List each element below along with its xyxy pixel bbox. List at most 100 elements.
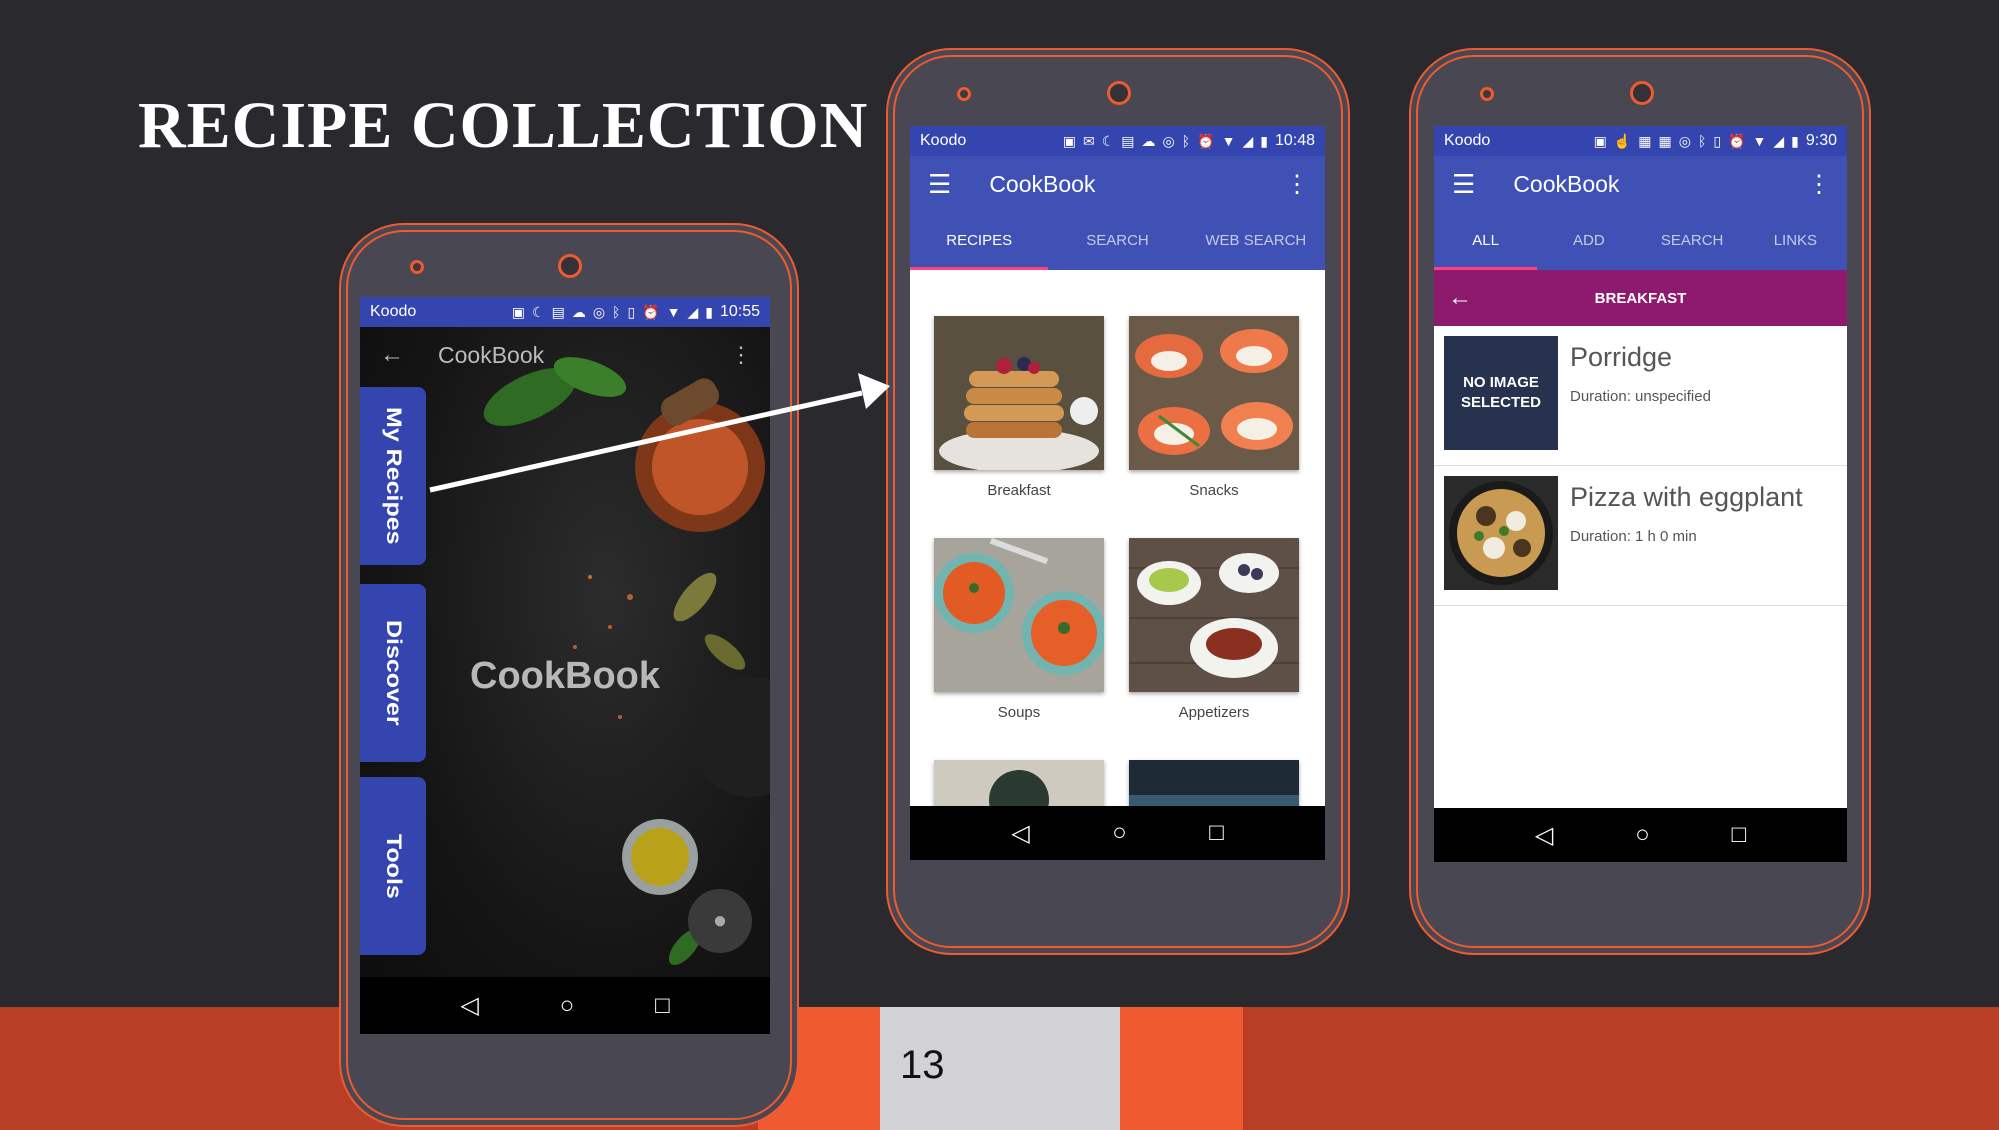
- categories-screen: Koodo ▣ ✉ ☾ ▤ ☁ ◎ ᛒ ⏰ ▼ ◢ ▮ 10:48 ☰ CookBook ⋮ R…: [910, 126, 1325, 860]
- tab-bar: RECIPES SEARCH WEB SEARCH: [910, 212, 1325, 270]
- alarm-icon: ⏰: [1728, 132, 1746, 149]
- cloud-icon: ☁: [1141, 132, 1156, 149]
- nav-bar: ◁ ○ □: [360, 977, 770, 1034]
- speaker-dot: [410, 260, 424, 274]
- tab-search[interactable]: SEARCH: [1641, 212, 1744, 270]
- slide-title: RECIPE COLLECTION: [138, 89, 869, 162]
- cloud-icon: ☁: [571, 303, 586, 320]
- pizza-thumbnail: [1444, 476, 1558, 590]
- alarm-icon: ⏰: [642, 303, 660, 320]
- status-icons: ▣ ☝ ▦ ▦ ◎ ᛒ ▯ ⏰ ▼ ◢ ▮ 9:30: [1594, 132, 1837, 150]
- hamburger-menu-icon[interactable]: ☰: [928, 169, 951, 200]
- battery-icon: ▮: [705, 303, 713, 320]
- tab-search[interactable]: SEARCH: [1048, 212, 1186, 270]
- side-tab-discover[interactable]: Discover: [360, 584, 426, 762]
- toolbar-title: CookBook: [438, 341, 545, 368]
- nav-recents-icon[interactable]: □: [1732, 821, 1747, 849]
- section-header: ← BREAKFAST: [1434, 270, 1847, 326]
- moon-icon: ☾: [532, 303, 545, 320]
- bluetooth-icon: ᛒ: [612, 304, 621, 320]
- profile-fab[interactable]: ●: [688, 889, 752, 953]
- tab-add[interactable]: ADD: [1537, 212, 1640, 270]
- tab-links[interactable]: LINKS: [1744, 212, 1847, 270]
- status-icons: ▣ ✉ ☾ ▤ ☁ ◎ ᛒ ⏰ ▼ ◢ ▮ 10:48: [1063, 132, 1315, 150]
- nav-back-icon[interactable]: ◁: [1011, 819, 1029, 848]
- phone-recipe-list: Koodo ▣ ☝ ▦ ▦ ◎ ᛒ ▯ ⏰ ▼ ◢ ▮ 9:30 ☰ CookBook ⋮ AL…: [1416, 55, 1864, 948]
- side-tab-tools[interactable]: Tools: [360, 777, 426, 955]
- sync-icon: ◎: [1678, 132, 1691, 149]
- recipe-list-item[interactable]: NO IMAGE SELECTED Porridge Duration: uns…: [1434, 326, 1847, 466]
- app-title: CookBook: [1513, 170, 1620, 197]
- image-icon: ▤: [1121, 132, 1135, 149]
- battery-icon: ▮: [1791, 132, 1799, 149]
- speaker-dot: [1480, 87, 1494, 101]
- nav-recents-icon[interactable]: □: [1209, 819, 1224, 847]
- nav-home-icon[interactable]: ○: [560, 992, 575, 1020]
- clock-label: 10:48: [1274, 132, 1315, 149]
- calendar-icon: ▦: [1638, 132, 1652, 149]
- page-number: 13: [900, 1043, 945, 1087]
- nav-recents-icon[interactable]: □: [655, 992, 670, 1020]
- tab-bar: ALL ADD SEARCH LINKS: [1434, 212, 1847, 270]
- bluetooth-icon: ᛒ: [1181, 133, 1191, 149]
- vibrate-icon: ▯: [1713, 132, 1722, 149]
- image-icon: ▤: [551, 303, 565, 320]
- category-label: Soups: [997, 704, 1041, 721]
- moon-icon: ☾: [1101, 132, 1115, 149]
- breakfast-image: [934, 316, 1104, 470]
- recipe-duration: Duration: 1 h 0 min: [1570, 528, 1697, 545]
- recipe-duration: Duration: unspecified: [1570, 388, 1711, 405]
- category-label: Appetizers: [1178, 704, 1250, 721]
- more-vert-icon[interactable]: ⋮: [1285, 170, 1309, 199]
- category-card-snacks[interactable]: [1129, 316, 1299, 470]
- home-toolbar: ← CookBook ⋮: [360, 327, 770, 383]
- category-card-breakfast[interactable]: [934, 316, 1104, 470]
- battery-icon: ▮: [1260, 132, 1268, 149]
- nav-back-icon[interactable]: ◁: [460, 991, 478, 1020]
- category-label: Snacks: [1189, 482, 1239, 499]
- recipe-title: Porridge: [1570, 342, 1673, 372]
- message-icon: ▣: [1593, 132, 1607, 149]
- wifi-icon: ▼: [1221, 133, 1236, 149]
- nav-bar: ◁ ○ □: [910, 806, 1325, 860]
- vibrate-icon: ▯: [627, 303, 636, 320]
- phone-categories: Koodo ▣ ✉ ☾ ▤ ☁ ◎ ᛒ ⏰ ▼ ◢ ▮ 10:48 ☰ CookBook ⋮ R…: [893, 55, 1343, 948]
- category-card-soups[interactable]: [934, 538, 1104, 692]
- signal-icon: ◢: [687, 303, 699, 320]
- side-tab-label: Tools: [381, 833, 406, 899]
- nav-home-icon[interactable]: ○: [1635, 821, 1650, 849]
- app-bar: ☰ CookBook ⋮: [1434, 156, 1847, 212]
- phone-home: Koodo ▣ ☾ ▤ ☁ ◎ ᛒ ▯ ⏰ ▼ ◢ ▮ 10:55 ← CookBook ⋮ M…: [346, 230, 792, 1120]
- category-card-appetizers[interactable]: [1129, 538, 1299, 692]
- home-screen: Koodo ▣ ☾ ▤ ☁ ◎ ᛒ ▯ ⏰ ▼ ◢ ▮ 10:55 ← CookBook ⋮ M…: [360, 297, 770, 1034]
- bluetooth-icon: ᛒ: [1697, 133, 1707, 149]
- tab-recipes[interactable]: RECIPES: [910, 212, 1049, 270]
- more-vert-icon[interactable]: ⋮: [730, 342, 752, 368]
- carrier-label: Koodo: [920, 132, 967, 149]
- tab-web-search[interactable]: WEB SEARCH: [1187, 212, 1325, 270]
- wifi-icon: ▼: [1752, 133, 1767, 149]
- clock-label: 9:30: [1805, 132, 1837, 149]
- speaker-dot: [957, 87, 971, 101]
- hamburger-menu-icon[interactable]: ☰: [1452, 169, 1475, 200]
- sync-icon: ◎: [592, 303, 606, 320]
- hand-icon: ☝: [1613, 132, 1632, 149]
- app-title: CookBook: [989, 170, 1096, 197]
- app-bar: ☰ CookBook ⋮: [910, 156, 1325, 212]
- calendar-icon: ▦: [1658, 132, 1672, 149]
- back-arrow-icon[interactable]: ←: [380, 341, 404, 369]
- soups-image: [934, 538, 1104, 692]
- wifi-icon: ▼: [666, 304, 681, 320]
- side-tab-my-recipes[interactable]: My Recipes: [360, 387, 426, 565]
- message-icon: ▣: [1062, 132, 1076, 149]
- alarm-icon: ⏰: [1197, 132, 1215, 149]
- carrier-label: Koodo: [1444, 132, 1491, 149]
- more-vert-icon[interactable]: ⋮: [1807, 170, 1831, 199]
- nav-home-icon[interactable]: ○: [1112, 819, 1127, 847]
- recipe-list-item[interactable]: Pizza with eggplant Duration: 1 h 0 min: [1434, 466, 1847, 606]
- signal-icon: ◢: [1773, 132, 1785, 149]
- status-bar: Koodo ▣ ✉ ☾ ▤ ☁ ◎ ᛒ ⏰ ▼ ◢ ▮ 10:48: [910, 126, 1325, 156]
- tab-all[interactable]: ALL: [1434, 212, 1538, 270]
- no-image-thumbnail: NO IMAGE SELECTED: [1444, 336, 1558, 450]
- nav-back-icon[interactable]: ◁: [1535, 821, 1553, 850]
